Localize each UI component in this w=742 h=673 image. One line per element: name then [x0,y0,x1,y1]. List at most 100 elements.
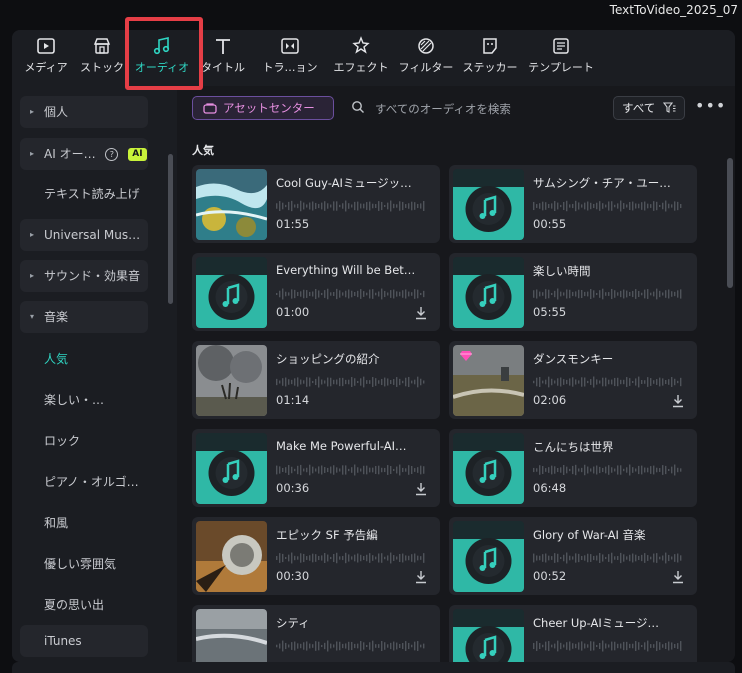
audio-title: Make Me Powerful-AI… [276,439,407,453]
audio-card[interactable]: Make Me Powerful-AI… 00:36 [192,429,440,507]
audio-card[interactable]: エピック SF 予告編 00:30 [192,517,440,595]
tab-media[interactable]: メディア [20,36,72,86]
waveform [533,461,685,476]
audio-card[interactable]: ショッピングの紹介 01:14 [192,341,440,419]
chevron-right-icon: ▸ [30,107,35,116]
sidebar-item-sound-effects[interactable]: ▸ サウンド・効果音 [20,260,148,292]
sidebar-subitem-rock[interactable]: ロック [44,432,80,449]
audio-title: ダンスモンキー [533,352,614,366]
download-icon[interactable] [414,305,428,320]
waveform [276,373,428,388]
audio-card[interactable]: Everything Will be Bet… 01:00 [192,253,440,331]
audio-title: Cheer Up-AIミュージ… [533,616,659,630]
waveform [533,637,685,652]
search-icon [352,101,364,113]
sticker-icon [483,38,497,54]
template-icon [553,38,569,54]
tab-stock[interactable]: ストック [76,36,128,86]
audio-card[interactable]: サムシング・チア・ユー… 00:55 [449,165,697,243]
sidebar-item-personal[interactable]: ▸ 個人 [20,96,148,128]
audio-duration: 00:55 [533,217,567,231]
audio-thumbnail [196,169,267,240]
download-icon[interactable] [414,481,428,496]
sidebar-item-music[interactable]: ▾ 音楽 [20,301,148,333]
media-panel: メディア ストック オーディオ タイトル トラ…ョン エフェクト フィルター ス… [12,30,735,662]
chevron-down-icon: ▾ [30,312,35,321]
sidebar-subitem-gentle[interactable]: 優しい雰囲気 [44,555,116,572]
waveform [276,637,428,652]
title-icon [216,39,230,54]
search-input[interactable] [373,98,597,120]
waveform [533,285,685,300]
asset-center-button[interactable]: アセットセンター [192,96,334,120]
audio-card[interactable]: Glory of War-AI 音楽 00:52 [449,517,697,595]
audio-thumbnail [196,345,267,416]
sidebar-item-itunes[interactable]: iTunes [20,625,148,657]
audio-title: Everything Will be Bet… [276,263,416,277]
tab-audio[interactable]: オーディオ [130,36,194,86]
sidebar-subitem-japanese[interactable]: 和風 [44,514,68,531]
transition-icon [281,38,299,54]
tab-transition[interactable]: トラ…ョン [257,36,323,86]
tab-effect[interactable]: エフェクト [330,36,392,86]
audio-title: エピック SF 予告編 [276,528,378,542]
waveform [276,549,428,564]
audio-card[interactable]: ダンスモンキー 02:06 [449,341,697,419]
window-title: TextToVideo_2025_07 [609,3,738,17]
waveform [533,373,685,388]
ai-badge: AI [128,148,147,161]
sidebar-item-ai-audio[interactable]: ▸ AI オー… ? AI [20,138,148,170]
sidebar-scrollbar[interactable] [168,154,173,304]
audio-icon [153,37,170,55]
audio-duration: 02:06 [533,393,567,407]
sidebar-subitem-popular[interactable]: 人気 [44,350,68,367]
waveform [276,461,428,476]
audio-title: Cool Guy-AIミュージッ… [276,176,412,190]
audio-duration: 01:00 [276,305,310,319]
help-icon[interactable]: ? [105,148,119,161]
audio-card[interactable]: Cheer Up-AIミュージ… [449,605,697,662]
tab-template[interactable]: テンプレート [524,36,598,86]
audio-title: ショッピングの紹介 [276,352,380,366]
more-options-button[interactable]: ••• [695,96,725,120]
tab-sticker[interactable]: ステッカー [460,36,520,86]
download-icon[interactable] [671,569,685,584]
audio-duration: 06:48 [533,481,567,495]
audio-duration: 01:55 [276,217,310,231]
tab-filter[interactable]: フィルター [396,36,456,86]
waveform [276,285,428,300]
sidebar-item-universal-music[interactable]: ▸ Universal Mus… [20,219,148,251]
bottom-bar [12,662,735,673]
audio-duration: 00:30 [276,569,310,583]
audio-title: サムシング・チア・ユー… [533,176,671,190]
sidebar-subitem-piano[interactable]: ピアノ・オルゴ… [44,473,139,490]
sidebar-subitem-fun[interactable]: 楽しい・… [44,391,104,408]
audio-card[interactable]: Cool Guy-AIミュージッ… 01:55 [192,165,440,243]
filter-dropdown[interactable]: すべて [613,96,685,120]
tab-title[interactable]: タイトル [196,36,250,86]
audio-card[interactable]: こんにちは世界 06:48 [449,429,697,507]
audio-thumbnail [196,609,267,662]
download-icon[interactable] [414,569,428,584]
content-scrollbar[interactable] [727,158,733,288]
audio-thumbnail [196,521,267,592]
category-sidebar: ▸ 個人 ▸ AI オー… ? AI テキスト読み上げ ▸ Universal … [12,86,173,662]
audio-thumbnail [453,433,524,504]
waveform [533,549,685,564]
audio-title: こんにちは世界 [533,440,614,454]
stock-icon [93,38,111,54]
waveform [276,197,428,212]
audio-title: 楽しい時間 [533,264,591,278]
store-icon [203,103,217,114]
audio-card[interactable]: 楽しい時間 05:55 [449,253,697,331]
audio-thumbnail [196,433,267,504]
filter-icon [418,38,434,54]
audio-title: シティ [276,616,310,630]
sidebar-subitem-summer[interactable]: 夏の思い出 [44,596,104,613]
audio-thumbnail [196,257,267,328]
sidebar-item-tts[interactable]: テキスト読み上げ [20,178,148,210]
chevron-right-icon: ▸ [30,230,35,239]
download-icon[interactable] [671,393,685,408]
audio-card[interactable]: シティ [192,605,440,662]
effect-icon [352,36,370,54]
